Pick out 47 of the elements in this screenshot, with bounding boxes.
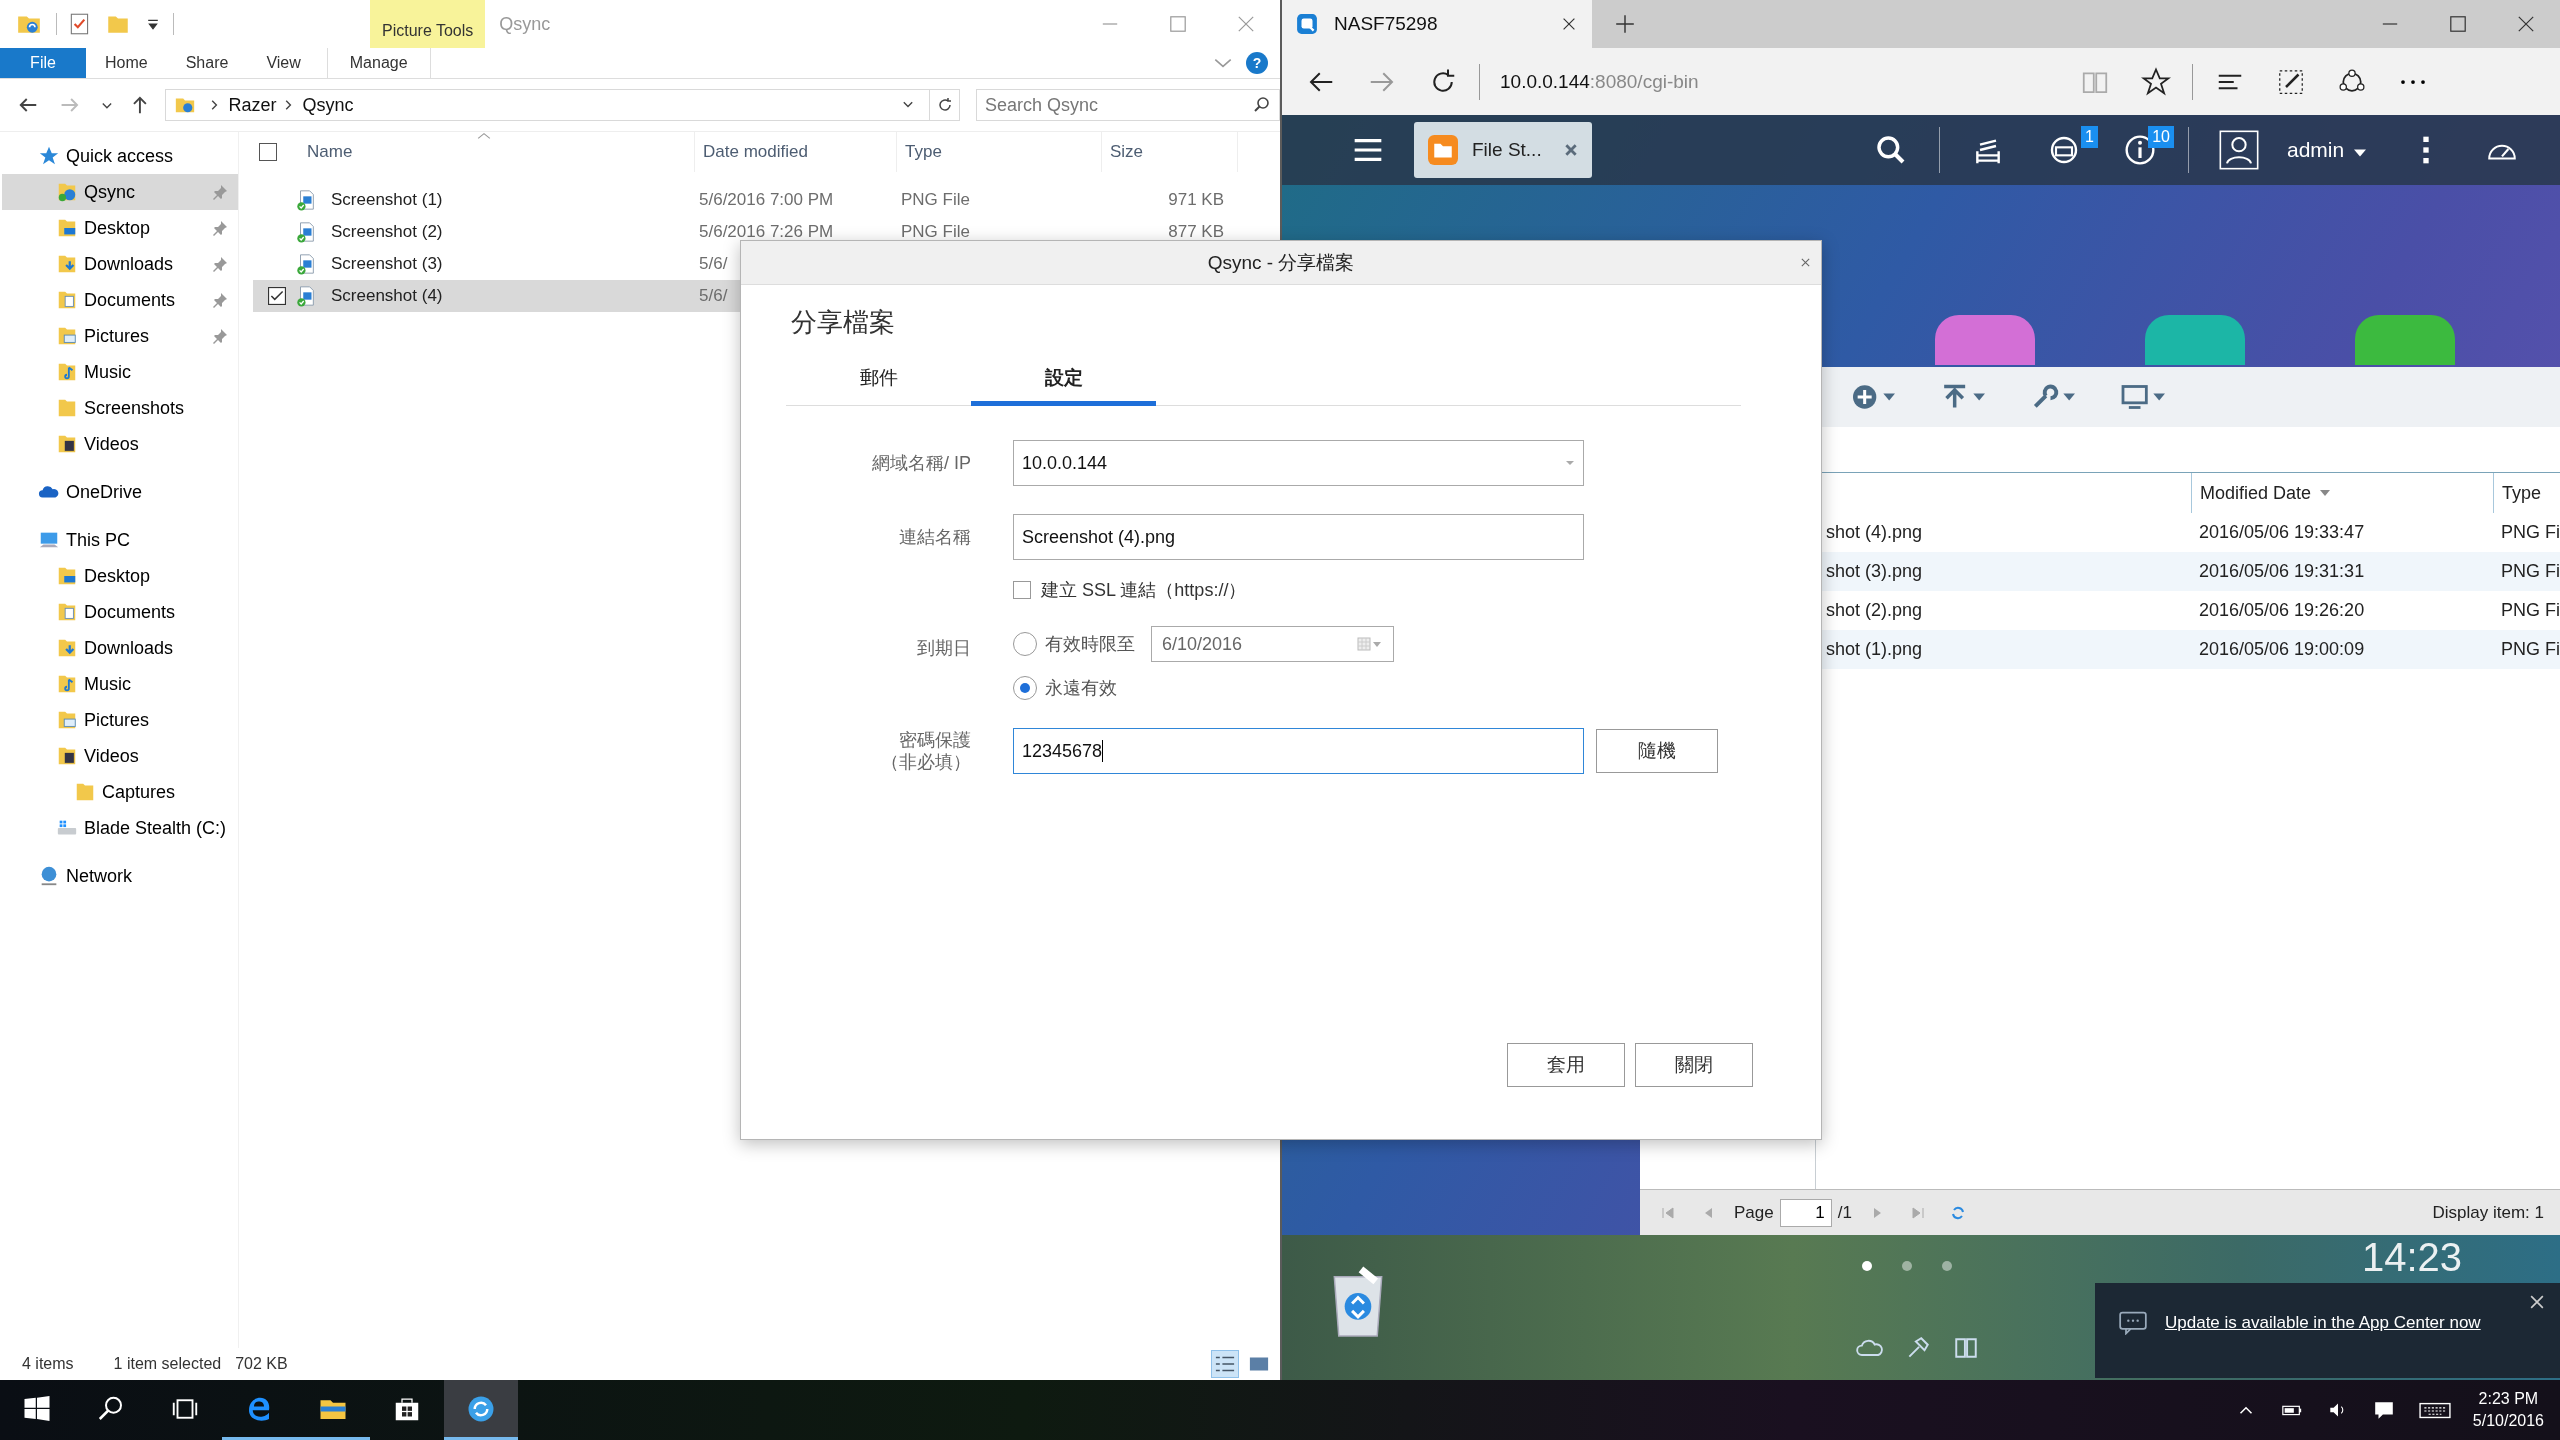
optional-note: （非必填） [881,751,971,773]
file-name: Screenshot (2) [331,222,443,242]
size-cell: 877 KB [1168,222,1224,242]
field-label: 連結名稱 [898,526,971,549]
window-title: Qsync [499,13,551,35]
dialog-heading: 分享檔案 [791,306,896,339]
ssl-option-label: 建立 SSL 連結（https://） [1041,579,1247,602]
page-total: /1 [1837,1202,1852,1223]
type-cell: PNG Fi [2501,522,2560,542]
item-count: 4 items [22,1355,74,1373]
page-label: Page [1734,1202,1774,1223]
dialog-title: Qsync - 分享檔案 [1207,250,1355,275]
type-cell: PNG Fi [2501,639,2560,659]
date-cell: 5/6/2016 7:00 PM [699,190,834,210]
date-cell: 2016/05/06 19:33:47 [2199,522,2365,542]
type-cell: PNG Fi [2501,600,2560,620]
taskbar-date: 5/10/2016 [2472,1411,2544,1431]
date-cell: 5/6/2016 7:26 PM [699,222,834,242]
file-name: shot (4).png [1826,522,1923,542]
type-cell: PNG File [901,190,970,210]
file-name: Screenshot (4) [331,286,443,306]
file-name: Screenshot (3) [331,254,443,274]
selection-size: 702 KB [235,1355,288,1373]
type-cell: PNG File [901,222,970,242]
field-label: 密碼保護 [899,729,971,751]
file-name: shot (2).png [1826,600,1923,620]
desktop-clock: 14:23 [2362,1235,2463,1280]
field-label: 網域名稱/ IP [871,452,971,475]
date-cell: 5/6/ [699,254,728,274]
taskbar-time: 2:23 PM [2478,1389,2539,1409]
file-name: shot (3).png [1826,561,1923,581]
field-label: 到期日 [916,637,971,660]
date-cell: 5/6/ [699,286,728,306]
notification-badge: 1 [2081,126,2098,148]
date-cell: 2016/05/06 19:00:09 [2199,639,2365,659]
file-name: shot (1).png [1826,639,1923,659]
type-cell: PNG Fi [2501,561,2560,581]
context-tab-group: Picture Tools [370,0,486,48]
notification-badge: 10 [2148,126,2174,148]
size-cell: 971 KB [1168,190,1224,210]
display-items-label: Display item: 1 [2432,1202,2544,1223]
date-cell: 2016/05/06 19:26:20 [2199,600,2365,620]
radio-label: 有效時限至 [1045,633,1135,656]
file-name: Screenshot (1) [331,190,443,210]
date-cell: 2016/05/06 19:31:31 [2199,561,2365,581]
radio-label: 永遠有效 [1045,677,1117,700]
selection-count: 1 item selected [113,1355,222,1373]
